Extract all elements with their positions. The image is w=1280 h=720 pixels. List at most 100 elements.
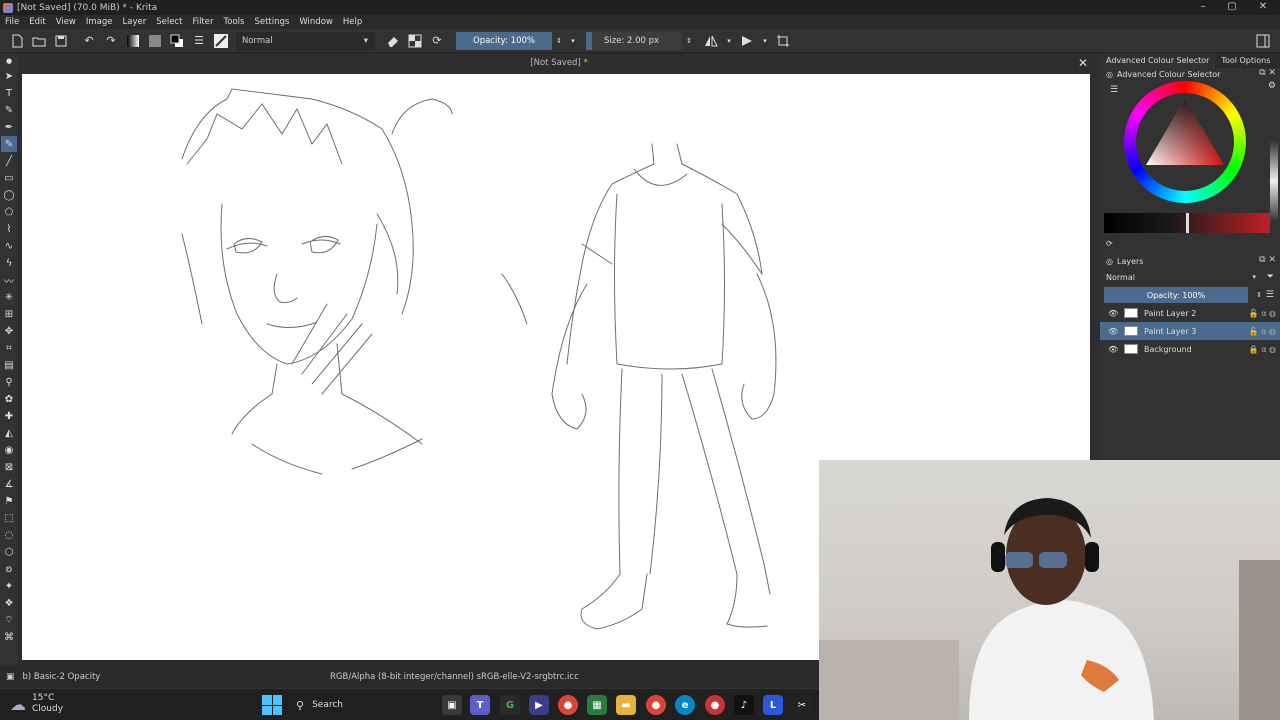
brush-preset-icon[interactable] bbox=[212, 32, 230, 50]
dock-toggle-icon[interactable] bbox=[1254, 32, 1272, 50]
shade-selector[interactable] bbox=[1104, 213, 1270, 233]
pattern-icon[interactable] bbox=[146, 32, 164, 50]
new-document-icon[interactable] bbox=[8, 32, 26, 50]
menu-layer[interactable]: Layer bbox=[118, 17, 152, 27]
freehand-path-tool-icon[interactable]: ϟ bbox=[1, 255, 17, 271]
magnetic-select-tool-icon[interactable]: ⌘ bbox=[1, 629, 17, 645]
calligraphy-tool-icon[interactable]: ✒ bbox=[1, 119, 17, 135]
chrome-icon[interactable]: ● bbox=[558, 695, 578, 715]
brush-preset-status-icon[interactable]: ▣ bbox=[6, 672, 15, 682]
weather-widget[interactable]: ☁ 15°C Cloudy bbox=[10, 693, 63, 715]
size-stepper-icon[interactable]: ⇕ bbox=[684, 32, 694, 50]
taskbar-search[interactable]: ⚲ Search bbox=[290, 694, 430, 716]
windows-start-icon[interactable] bbox=[262, 695, 282, 715]
chevron-down-icon[interactable]: ▾ bbox=[568, 32, 578, 50]
layer-row[interactable]: 👁 Paint Layer 3 🔓 α ◍ bbox=[1100, 322, 1280, 340]
ellipse-tool-icon[interactable]: ◯ bbox=[1, 187, 17, 203]
opacity-stepper-icon[interactable]: ⇕ bbox=[1256, 291, 1262, 299]
rectangle-tool-icon[interactable]: ▭ bbox=[1, 170, 17, 186]
panel-float-close-icon[interactable]: ⧉ ✕ bbox=[1259, 255, 1276, 265]
panel-float-close-icon[interactable]: ⧉ ✕ bbox=[1259, 68, 1276, 78]
text-tool-icon[interactable]: T bbox=[1, 85, 17, 101]
reload-preset-icon[interactable]: ⟳ bbox=[428, 32, 446, 50]
multibrush-tool-icon[interactable]: ✳ bbox=[1, 289, 17, 305]
opacity-stepper-icon[interactable]: ⇕ bbox=[554, 32, 564, 50]
elliptical-select-tool-icon[interactable]: ◌ bbox=[1, 527, 17, 543]
alpha-lock-icon[interactable] bbox=[406, 32, 424, 50]
store-icon[interactable]: ▦ bbox=[587, 695, 607, 715]
layer-flags-icon[interactable]: 🔓 α ◍ bbox=[1249, 309, 1276, 318]
freehand-select-tool-icon[interactable]: ʚ bbox=[1, 561, 17, 577]
rectangular-select-tool-icon[interactable]: ⬚ bbox=[1, 510, 17, 526]
polygonal-select-tool-icon[interactable]: ⬡ bbox=[1, 544, 17, 560]
colorspace-info[interactable]: RGB/Alpha (8-bit integer/channel) sRGB-e… bbox=[330, 672, 579, 682]
polyline-tool-icon[interactable]: ⌇ bbox=[1, 221, 17, 237]
opacity-slider[interactable]: Opacity: 100% bbox=[456, 31, 552, 50]
blend-mode-select[interactable]: Normal ▾ bbox=[236, 31, 374, 50]
line-tool-icon[interactable]: ╱ bbox=[1, 153, 17, 169]
size-slider[interactable]: Size: 2.00 px bbox=[586, 31, 682, 50]
menu-settings[interactable]: Settings bbox=[249, 17, 294, 27]
chrome-profile-icon[interactable]: ● bbox=[646, 695, 666, 715]
saturation-triangle[interactable] bbox=[1140, 93, 1230, 183]
eye-icon[interactable]: 👁 bbox=[1108, 345, 1118, 354]
fill-tool-icon[interactable]: ◭ bbox=[1, 425, 17, 441]
tab-tool-options[interactable]: Tool Options bbox=[1215, 54, 1276, 68]
app-l-icon[interactable]: L bbox=[763, 695, 783, 715]
file-explorer-icon[interactable]: ▬ bbox=[616, 695, 636, 715]
teams-icon[interactable]: T bbox=[470, 695, 490, 715]
menu-help[interactable]: Help bbox=[338, 17, 367, 27]
chevron-down-icon[interactable]: ▾ bbox=[724, 32, 734, 50]
freehand-brush-tool-icon[interactable]: ✎ bbox=[1, 136, 17, 152]
mirror-vertical-icon[interactable] bbox=[738, 32, 756, 50]
menu-select[interactable]: Select bbox=[151, 17, 187, 27]
move-tool-icon[interactable]: ✥ bbox=[1, 323, 17, 339]
layer-opacity-slider[interactable]: Opacity: 100% bbox=[1104, 287, 1248, 303]
contiguous-select-tool-icon[interactable]: ✦ bbox=[1, 578, 17, 594]
colour-settings-icon[interactable]: ⚙ bbox=[1268, 81, 1276, 91]
hue-ring[interactable] bbox=[1124, 81, 1246, 203]
close-window-button[interactable]: ✕ bbox=[1248, 0, 1278, 15]
enclose-fill-tool-icon[interactable]: ◉ bbox=[1, 442, 17, 458]
fg-bg-color-icon[interactable] bbox=[168, 32, 186, 50]
color-picker-tool-icon[interactable]: ⚲ bbox=[1, 374, 17, 390]
gradient-tool-icon[interactable]: ▤ bbox=[1, 357, 17, 373]
layer-row[interactable]: 👁 Background 🔒 α ◍ bbox=[1100, 340, 1280, 358]
tab-advanced-colour-selector[interactable]: Advanced Colour Selector bbox=[1100, 54, 1216, 68]
layer-flags-icon[interactable]: 🔓 α ◍ bbox=[1249, 327, 1276, 336]
tiktok-icon[interactable]: ♪ bbox=[734, 695, 754, 715]
bezier-select-tool-icon[interactable]: ⌔ bbox=[1, 612, 17, 628]
smart-patch-tool-icon[interactable]: ✚ bbox=[1, 408, 17, 424]
transform-tool-icon[interactable]: ⊞ bbox=[1, 306, 17, 322]
redo-icon[interactable]: ↷ bbox=[102, 32, 120, 50]
menu-window[interactable]: Window bbox=[294, 17, 338, 27]
menu-edit[interactable]: Edit bbox=[24, 17, 50, 27]
bezier-tool-icon[interactable]: ∿ bbox=[1, 238, 17, 254]
colour-menu-icon[interactable]: ☰ bbox=[1110, 85, 1118, 95]
close-document-icon[interactable]: ✕ bbox=[1078, 56, 1088, 70]
wrap-around-icon[interactable] bbox=[774, 32, 792, 50]
chrome-alt-icon[interactable]: ● bbox=[705, 695, 725, 715]
maximize-button[interactable]: ▢ bbox=[1217, 0, 1247, 15]
task-view-icon[interactable]: ▣ bbox=[442, 695, 462, 715]
menu-file[interactable]: File bbox=[0, 17, 24, 27]
similar-select-tool-icon[interactable]: ❖ bbox=[1, 595, 17, 611]
select-shapes-tool-icon[interactable]: ➤ bbox=[1, 68, 17, 84]
undo-icon[interactable]: ↶ bbox=[80, 32, 98, 50]
layer-menu-icon[interactable]: ☰ bbox=[1266, 290, 1274, 300]
open-folder-icon[interactable] bbox=[30, 32, 48, 50]
colorize-mask-tool-icon[interactable]: ✿ bbox=[1, 391, 17, 407]
layer-row[interactable]: 👁 Paint Layer 2 🔓 α ◍ bbox=[1100, 304, 1280, 322]
brush-settings-icon[interactable]: ☰ bbox=[190, 32, 208, 50]
colour-selector[interactable]: ☰ ⚙ bbox=[1100, 81, 1280, 239]
filter-icon[interactable]: ⏷ bbox=[1267, 272, 1274, 282]
menu-image[interactable]: Image bbox=[81, 17, 118, 27]
gradient-icon[interactable] bbox=[124, 32, 142, 50]
minimize-button[interactable]: – bbox=[1188, 0, 1218, 15]
eye-icon[interactable]: 👁 bbox=[1108, 327, 1118, 336]
mirror-horizontal-icon[interactable] bbox=[702, 32, 720, 50]
dynamic-brush-tool-icon[interactable]: 〰 bbox=[1, 272, 17, 288]
polygon-tool-icon[interactable]: ⬠ bbox=[1, 204, 17, 220]
menu-filter[interactable]: Filter bbox=[187, 17, 218, 27]
eye-icon[interactable]: 👁 bbox=[1108, 309, 1118, 318]
